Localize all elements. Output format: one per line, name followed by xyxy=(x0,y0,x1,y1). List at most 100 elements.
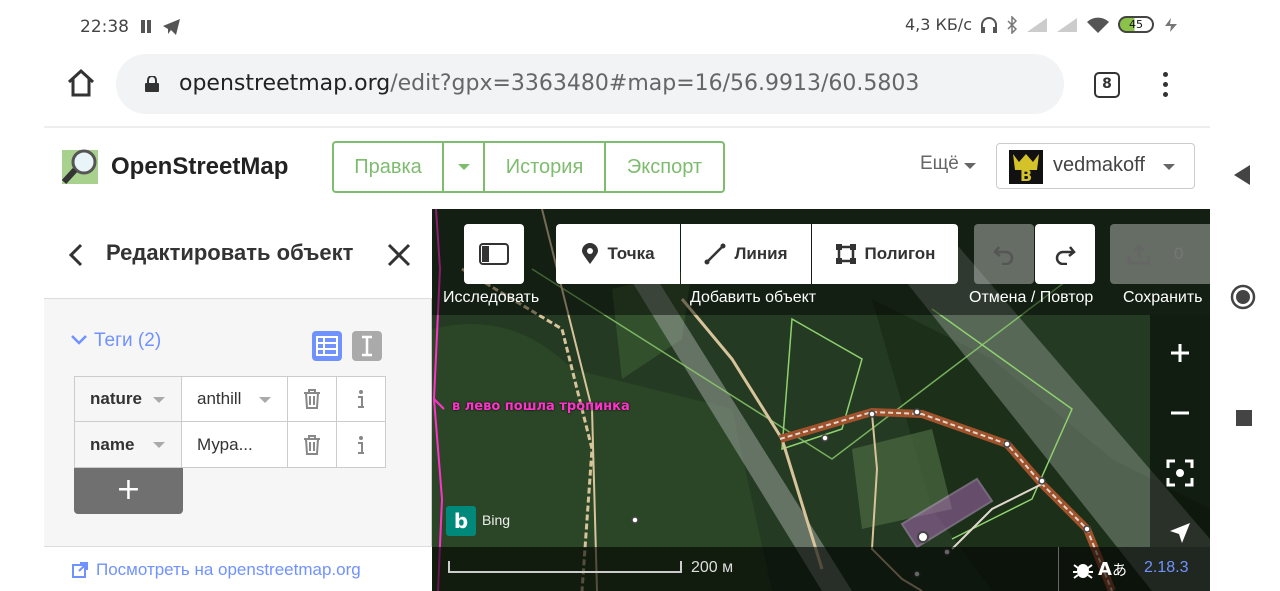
browser-toolbar: openstreetmap.org/edit?gpx=3363480#map=1… xyxy=(44,54,1210,116)
tag-value-field[interactable]: Мура... xyxy=(182,422,289,467)
chevron-down-icon xyxy=(964,163,977,169)
info-icon xyxy=(357,390,364,408)
sidebar-header: Редактировать объект xyxy=(44,209,432,299)
tags-header: Теги (2) xyxy=(94,330,162,351)
editor-sidebar: Редактировать объект Теги (2) nature ant… xyxy=(44,209,432,591)
url-text: openstreetmap.org/edit?gpx=3363480#map=1… xyxy=(179,71,919,96)
add-line-label: Линия xyxy=(734,244,788,263)
tag-value: Мура... xyxy=(197,434,253,454)
zoom-out-button[interactable] xyxy=(1150,383,1210,443)
delete-tag-button[interactable] xyxy=(288,377,337,421)
home-icon[interactable] xyxy=(66,68,96,98)
tags-section-toggle[interactable]: Теги (2) xyxy=(70,330,161,352)
redo-button[interactable] xyxy=(1035,224,1095,284)
redo-icon xyxy=(1055,246,1076,265)
chevron-down-icon xyxy=(457,164,470,170)
export-button[interactable]: Экспорт xyxy=(606,143,723,191)
text-view-button[interactable] xyxy=(352,331,382,361)
map-canvas[interactable]: в лево пошла тропинка Точка Линия Полиго… xyxy=(432,209,1210,591)
sidebar-toggle-button[interactable] xyxy=(464,224,524,284)
undo-button[interactable] xyxy=(974,224,1034,284)
home-nav-icon[interactable] xyxy=(1230,284,1256,310)
svg-text:A: A xyxy=(1098,559,1112,579)
charging-icon xyxy=(1165,17,1177,32)
map-controls xyxy=(1150,315,1210,547)
tag-row: name Мура... xyxy=(74,422,386,468)
view-on-osm-link[interactable]: Посмотреть на openstreetmap.org xyxy=(96,560,361,580)
tab-switcher-button[interactable]: 8 xyxy=(1094,72,1120,98)
osm-logo-icon[interactable] xyxy=(60,144,104,188)
chevron-down-icon xyxy=(153,442,166,448)
status-right: 4,3 КБ/с 45 xyxy=(905,15,1180,34)
browser-menu-icon[interactable] xyxy=(1162,72,1170,102)
user-menu-button[interactable]: B vedmakoff xyxy=(996,143,1195,189)
minus-icon xyxy=(1171,411,1189,415)
left-system-strip xyxy=(0,0,44,591)
chevron-down-icon xyxy=(153,397,166,403)
header-button-group: Правка История Экспорт xyxy=(332,141,725,193)
table-icon xyxy=(316,336,338,356)
chevron-down-icon xyxy=(1163,164,1175,170)
add-line-button[interactable]: Линия xyxy=(681,224,811,284)
sidebar-title: Редактировать объект xyxy=(106,240,354,265)
tag-key-field[interactable]: name xyxy=(75,422,183,467)
add-point-label: Точка xyxy=(607,244,655,263)
external-link-icon xyxy=(72,562,88,578)
sidebar-footer: Посмотреть на openstreetmap.org xyxy=(44,546,432,591)
svg-text:あ: あ xyxy=(1112,561,1127,579)
osm-brand[interactable]: OpenStreetMap xyxy=(111,153,288,181)
add-polygon-button[interactable]: Полигон xyxy=(812,224,958,284)
tag-value-field[interactable]: anthill xyxy=(182,377,289,421)
wifi-icon xyxy=(1087,17,1109,33)
edit-dropdown-button[interactable] xyxy=(444,143,485,191)
tag-info-button[interactable] xyxy=(337,377,385,421)
scale-bar[interactable] xyxy=(448,561,682,573)
info-icon xyxy=(357,435,364,454)
version-link[interactable]: 2.18.3 xyxy=(1144,559,1188,577)
tag-info-button[interactable] xyxy=(337,422,385,467)
add-point-button[interactable]: Точка xyxy=(556,224,680,284)
scale-text: 200 м xyxy=(691,559,734,576)
delete-tag-button[interactable] xyxy=(288,422,337,467)
lock-icon xyxy=(145,76,159,92)
list-view-button[interactable] xyxy=(312,331,342,361)
tag-value: anthill xyxy=(197,389,242,408)
network-speed: 4,3 КБ/с xyxy=(904,15,972,34)
imagery-attribution[interactable]: Bing xyxy=(482,512,510,528)
url-bar[interactable]: openstreetmap.org/edit?gpx=3363480#map=1… xyxy=(116,54,1064,114)
text-cursor-icon xyxy=(362,335,372,357)
more-label: Ещё xyxy=(920,153,959,174)
save-caption: Сохранить xyxy=(1123,289,1203,306)
sidebar-toggle-icon xyxy=(479,243,509,265)
signal-icon-1 xyxy=(1027,17,1047,32)
plus-icon xyxy=(1171,344,1189,362)
add-object-caption: Добавить объект xyxy=(690,289,817,306)
android-nav-bar xyxy=(1210,0,1280,591)
translate-icon[interactable]: Aあ xyxy=(1098,557,1128,579)
upload-icon xyxy=(1127,244,1151,265)
back-icon[interactable] xyxy=(66,243,86,267)
headphones-icon xyxy=(981,16,997,33)
more-menu[interactable]: Ещё xyxy=(920,153,977,175)
zoom-to-selection-button[interactable] xyxy=(1150,443,1210,503)
save-count: 0 xyxy=(1174,244,1184,263)
map-feature-label: в лево пошла тропинка xyxy=(452,399,630,414)
tag-key-field[interactable]: nature xyxy=(75,377,183,421)
add-polygon-label: Полигон xyxy=(864,244,936,263)
bug-icon[interactable] xyxy=(1072,559,1094,579)
username: vedmakoff xyxy=(1053,154,1145,176)
save-button[interactable]: 0 xyxy=(1110,224,1210,284)
signal-icon-2 xyxy=(1057,17,1077,32)
recents-nav-icon[interactable] xyxy=(1236,410,1252,426)
back-nav-icon[interactable] xyxy=(1232,164,1252,186)
zoom-in-button[interactable] xyxy=(1150,323,1210,383)
history-button[interactable]: История xyxy=(485,143,606,191)
status-time: 22:38 xyxy=(80,17,129,37)
add-tag-button[interactable]: + xyxy=(74,468,183,514)
edit-button[interactable]: Правка xyxy=(334,143,444,191)
tag-key: nature xyxy=(90,389,142,408)
close-icon[interactable] xyxy=(387,243,411,267)
url-host: openstreetmap.org xyxy=(179,71,391,96)
url-path: /edit?gpx=3363480#map=16/56.9913/60.5803 xyxy=(390,71,920,96)
chevron-down-icon xyxy=(259,397,272,403)
